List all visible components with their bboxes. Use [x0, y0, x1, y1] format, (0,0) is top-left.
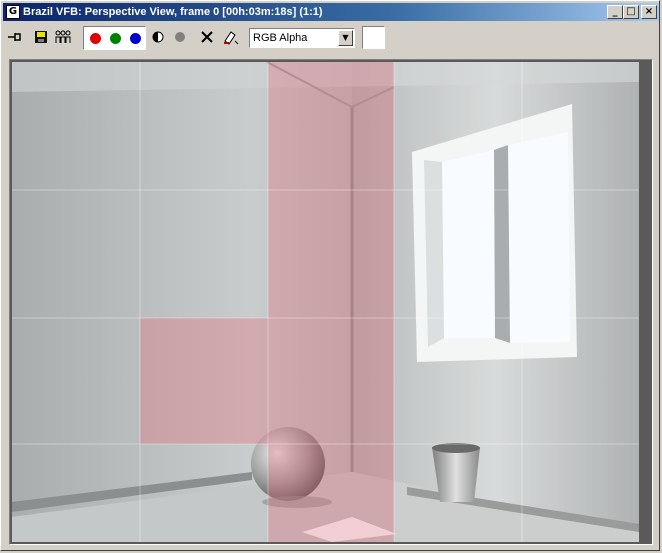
title-bar[interactable]: G Brazil VFB: Perspective View, frame 0 …: [3, 3, 659, 21]
close-button[interactable]: ×: [641, 5, 657, 19]
toolbar: RGB Alpha ▼: [3, 23, 659, 53]
vfb-window: G Brazil VFB: Perspective View, frame 0 …: [0, 0, 660, 551]
rendered-image: [12, 62, 639, 542]
save-icon[interactable]: [31, 27, 51, 47]
window-title: Brazil VFB: Perspective View, frame 0 [0…: [23, 6, 323, 18]
maximize-button[interactable]: □: [623, 5, 639, 19]
chevron-down-icon[interactable]: ▼: [338, 30, 353, 46]
red-channel-button[interactable]: [90, 33, 101, 44]
app-icon[interactable]: G: [6, 5, 20, 19]
mono-channel-icon[interactable]: [148, 27, 168, 47]
minimize-button[interactable]: _: [607, 5, 623, 19]
channel-toggle-group: [83, 26, 146, 50]
color-swatch[interactable]: [362, 26, 385, 49]
clone-icon[interactable]: [53, 27, 73, 47]
green-channel-button[interactable]: [110, 33, 121, 44]
pin-icon[interactable]: [5, 27, 25, 47]
display-channel-value: RGB Alpha: [253, 32, 308, 44]
display-channel-select[interactable]: RGB Alpha ▼: [249, 28, 355, 48]
clear-icon[interactable]: [197, 27, 217, 47]
render-viewport[interactable]: [12, 62, 639, 542]
alpha-channel-icon[interactable]: [170, 27, 190, 47]
render-pick-icon[interactable]: [221, 27, 241, 47]
blue-channel-button[interactable]: [130, 33, 141, 44]
